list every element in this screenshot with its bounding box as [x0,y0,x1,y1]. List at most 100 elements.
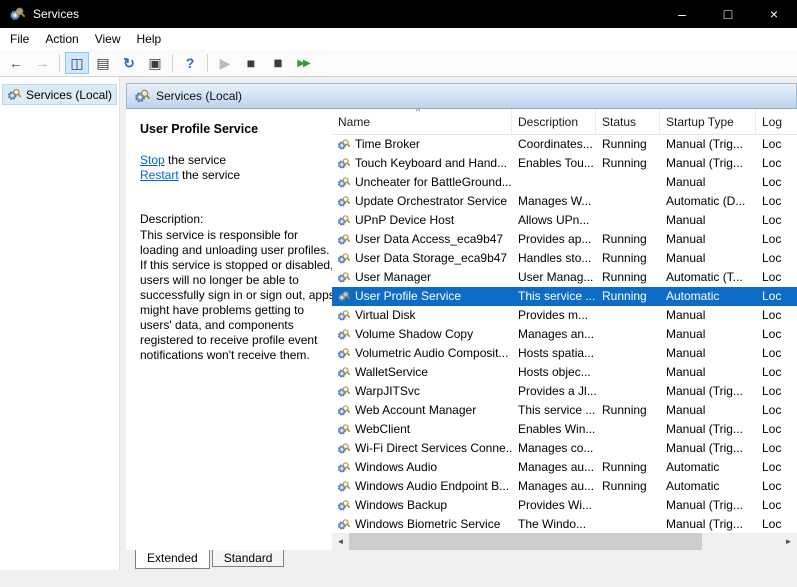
menu-help[interactable]: Help [129,28,170,50]
service-name: Windows Audio [355,460,438,474]
service-gear-icon [337,290,350,303]
service-startup-type: Manual (Trig... [666,156,743,170]
table-row[interactable]: Windows Biometric Service The Windo... M… [332,515,797,533]
table-row[interactable]: Virtual Disk Provides m... Manual Loc [332,306,797,325]
table-row[interactable]: Touch Keyboard and Hand... Enables Tou..… [332,154,797,173]
service-name: User Manager [355,270,432,284]
table-row[interactable]: User Data Storage_eca9b47 Handles sto...… [332,249,797,268]
service-description: Provides ap... [518,232,592,246]
scrollbar-track[interactable] [349,533,780,550]
service-logon: Loc [762,270,782,284]
column-header-logon[interactable]: Log [756,109,797,134]
table-row[interactable]: Web Account Manager This service ... Run… [332,401,797,420]
start-service-icon[interactable]: ▶ [213,52,237,74]
stop-service-icon[interactable]: ■ [239,52,263,74]
stop-service-line: Stop the service [140,153,322,168]
service-name-cell: WarpJITSvc [332,382,512,401]
description-label: Description: [140,212,204,226]
service-name: User Profile Service [355,289,462,303]
table-row[interactable]: Windows Audio Manages au... Running Auto… [332,458,797,477]
scrollbar-thumb[interactable] [349,533,703,550]
service-logon: Loc [762,289,782,303]
table-row[interactable]: Time Broker Coordinates... Running Manua… [332,135,797,154]
table-row[interactable]: User Data Access_eca9b47 Provides ap... … [332,230,797,249]
table-row[interactable]: WarpJITSvc Provides a Jl... Manual (Trig… [332,382,797,401]
service-description: This service ... [518,403,596,417]
console-tree-panel: Services (Local) [0,77,120,570]
service-gear-icon [337,366,350,379]
service-startup-type: Manual (Trig... [666,137,743,151]
pause-service-icon[interactable]: ▮▮ [265,52,289,74]
export-list-icon[interactable]: ▤ [91,52,115,74]
service-gear-icon [337,138,350,151]
tab-standard[interactable]: Standard [211,550,285,567]
table-row[interactable]: Volume Shadow Copy Manages an... Manual … [332,325,797,344]
restart-service-link[interactable]: Restart [140,168,179,182]
service-logon: Loc [762,251,782,265]
service-name: Uncheater for BattleGround... [355,175,512,189]
service-startup-type: Manual [666,403,706,417]
table-row[interactable]: User Manager User Manag... Running Autom… [332,268,797,287]
service-logon: Loc [762,156,782,170]
column-header-description[interactable]: Description [512,109,596,134]
service-name-cell: Web Account Manager [332,401,512,420]
service-status: Running [602,460,647,474]
table-row[interactable]: Volumetric Audio Composit... Hosts spati… [332,344,797,363]
properties-icon[interactable]: ▣ [143,52,167,74]
service-description: Manages au... [518,460,595,474]
service-startup-type: Manual (Trig... [666,498,743,512]
restart-service-icon[interactable]: ▶▶ [291,52,315,74]
service-logon: Loc [762,479,782,493]
service-name-cell: User Data Access_eca9b47 [332,230,512,249]
scroll-right-icon[interactable]: ► [780,533,797,550]
service-gear-icon [337,176,350,189]
maximize-button[interactable]: □ [705,0,751,28]
column-header-startup-type[interactable]: Startup Type [660,109,756,134]
column-header-status[interactable]: Status [596,109,660,134]
service-startup-type: Manual [666,251,706,265]
service-description: Hosts objec... [518,365,591,379]
forward-arrow-icon[interactable]: → [30,52,54,74]
table-row[interactable]: User Profile Service This service ... Ru… [332,287,797,306]
service-name-cell: User Profile Service [332,287,512,306]
stop-service-link[interactable]: Stop [140,153,165,167]
service-logon: Loc [762,460,782,474]
service-logon: Loc [762,422,782,436]
column-header-name[interactable]: ^ Name [332,109,512,134]
service-startup-type: Manual [666,213,706,227]
service-name: Windows Biometric Service [355,517,501,531]
scroll-left-icon[interactable]: ◄ [332,533,349,550]
menu-action[interactable]: Action [37,28,86,50]
service-startup-type: Manual [666,346,706,360]
table-row[interactable]: UPnP Device Host Allows UPn... Manual Lo… [332,211,797,230]
table-row[interactable]: Update Orchestrator Service Manages W...… [332,192,797,211]
services-app-icon [9,6,25,22]
service-startup-type: Automatic [666,460,720,474]
menu-file[interactable]: File [2,28,37,50]
service-startup-type: Manual (Trig... [666,441,743,455]
minimize-button[interactable]: – [659,0,705,28]
service-logon: Loc [762,441,782,455]
menu-view[interactable]: View [87,28,129,50]
services-list: ^ Name Description Status Startup Type L… [332,109,797,550]
show-hide-console-tree-icon[interactable]: ◫ [65,52,89,74]
back-arrow-icon[interactable]: ← [4,52,28,74]
service-name-cell: User Manager [332,268,512,287]
help-icon[interactable]: ? [178,52,202,74]
table-row[interactable]: WalletService Hosts objec... Manual Loc [332,363,797,382]
table-row[interactable]: Windows Audio Endpoint B... Manages au..… [332,477,797,496]
service-startup-type: Manual [666,232,706,246]
service-description: This service ... [518,289,596,303]
table-row[interactable]: Uncheater for BattleGround... Manual Loc [332,173,797,192]
table-row[interactable]: Wi-Fi Direct Services Conne... Manages c… [332,439,797,458]
tab-extended[interactable]: Extended [135,550,210,569]
table-row[interactable]: Windows Backup Provides Wi... Manual (Tr… [332,496,797,515]
refresh-icon[interactable]: ↻ [117,52,141,74]
tree-item-services-local[interactable]: Services (Local) [2,84,117,105]
service-startup-type: Automatic (D... [666,194,746,208]
table-row[interactable]: WebClient Enables Win... Manual (Trig...… [332,420,797,439]
main-area: Services (Local) Services (Local) User P… [0,77,797,570]
close-button[interactable]: × [751,0,797,28]
service-gear-icon [337,252,350,265]
service-gear-icon [337,480,350,493]
